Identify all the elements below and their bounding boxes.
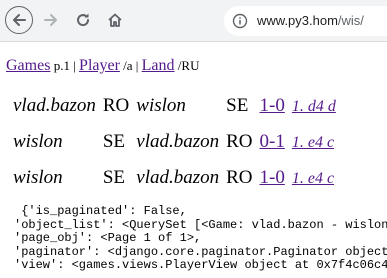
back-button[interactable] (5, 6, 33, 34)
url-host: www.py3.hom (257, 13, 338, 28)
context-line: {'is_paginated': False, (14, 204, 187, 218)
white-land: RO (102, 95, 130, 116)
player-link[interactable]: Player (79, 57, 120, 74)
moves-link[interactable]: 1. e4 c (292, 134, 334, 151)
context-line: 'object_list': <QuerySet [<Game: vlad.ba… (14, 217, 387, 232)
game-row: wislon SE vlad.bazon RO 0-1 1. e4 c (13, 124, 336, 160)
context-line: 'paginator': <django.core.paginator.Pagi… (14, 244, 387, 259)
black-player: wislon (136, 95, 186, 116)
reload-icon (77, 13, 90, 27)
games-link[interactable]: Games (6, 57, 50, 74)
home-button[interactable] (100, 5, 130, 35)
result-link[interactable]: 1-0 (260, 167, 285, 188)
forward-button[interactable] (36, 5, 66, 35)
black-land: RO (226, 131, 253, 152)
info-icon[interactable] (232, 13, 248, 29)
moves-link[interactable]: 1. e4 c (292, 170, 334, 187)
games-page-label: p.1 | (50, 58, 80, 73)
land-filter-label: /RU (174, 58, 200, 73)
context-line: 'view': <games.views.PlayerView object a… (14, 258, 387, 272)
games-table: vlad.bazon RO wislon SE 1-0 1. d4 d wisl… (6, 88, 343, 196)
player-filter-label: /a | (119, 58, 142, 73)
white-land: SE (102, 167, 126, 188)
land-link[interactable]: Land (142, 57, 175, 74)
home-icon (108, 13, 122, 27)
back-arrow-icon (13, 14, 26, 26)
context-line: 'page_obj': <Page 1 of 1>, (14, 231, 202, 245)
url-path: /wis/ (337, 13, 364, 28)
white-player: wislon (13, 167, 63, 188)
game-row: wislon SE vlad.bazon RO 1-0 1. e4 c (13, 160, 336, 196)
black-player: vlad.bazon (136, 167, 220, 188)
result-link[interactable]: 1-0 (260, 95, 285, 116)
black-land: SE (226, 95, 249, 116)
reload-button[interactable] (68, 5, 98, 35)
address-bar[interactable]: www.py3.hom/wis/ (224, 6, 387, 36)
browser-toolbar: www.py3.hom/wis/ (0, 0, 387, 42)
black-land: RO (226, 167, 253, 188)
forward-arrow-icon (44, 14, 57, 26)
moves-link[interactable]: 1. d4 d (292, 98, 336, 115)
url-text[interactable]: www.py3.hom/wis/ (257, 13, 364, 29)
white-player: vlad.bazon (13, 95, 96, 116)
breadcrumb: Games p.1 | Player /a | Land /RU (6, 56, 199, 76)
result-link[interactable]: 0-1 (260, 131, 285, 152)
black-player: vlad.bazon (136, 131, 220, 152)
white-land: SE (102, 131, 126, 152)
debug-context: {'is_paginated': False,'object_list': <Q… (14, 204, 387, 273)
white-player: wislon (13, 131, 63, 152)
game-row: vlad.bazon RO wislon SE 1-0 1. d4 d (13, 88, 336, 124)
